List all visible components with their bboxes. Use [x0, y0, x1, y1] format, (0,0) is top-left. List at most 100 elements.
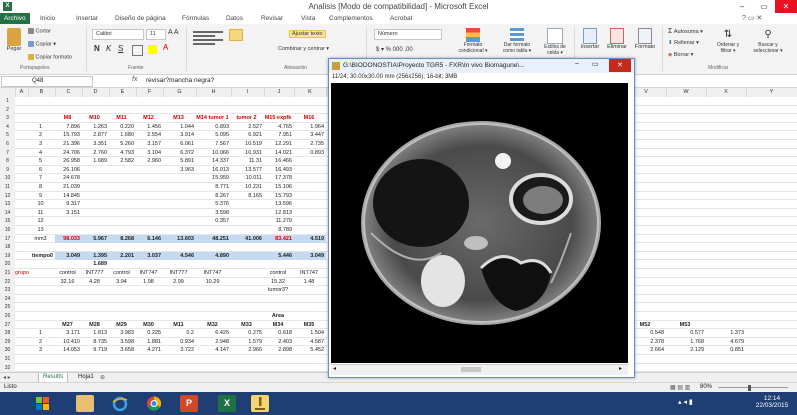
- bold-button[interactable]: N: [94, 44, 100, 53]
- table-cell[interactable]: 16.493: [264, 166, 294, 175]
- table-cell[interactable]: 0.893: [294, 149, 326, 158]
- windows-start-icon[interactable]: [34, 395, 52, 412]
- table-cell[interactable]: 7.567: [196, 140, 231, 149]
- table-cell[interactable]: 24.678: [55, 174, 82, 183]
- table-cell[interactable]: 1.768: [666, 338, 706, 347]
- tab-revisar[interactable]: Revisar: [257, 13, 287, 24]
- sort-filter-button[interactable]: ⇅ Ordenar y filtrar ▾: [712, 28, 744, 54]
- table-cell[interactable]: 2.760: [82, 149, 109, 158]
- table-cell[interactable]: 26.958: [55, 157, 82, 166]
- table-cell[interactable]: [294, 200, 326, 209]
- alignment-icons[interactable]: [193, 29, 231, 59]
- tab-formulas[interactable]: Fórmulas: [178, 13, 213, 24]
- index-cell[interactable]: 8: [28, 183, 55, 192]
- table-cell[interactable]: 14.337: [196, 157, 231, 166]
- table-cell[interactable]: 17.378: [264, 174, 294, 183]
- note-cell[interactable]: tumor3?: [264, 286, 294, 295]
- mm3-total-cell[interactable]: 41.006: [231, 234, 264, 244]
- table-cell[interactable]: 0.893: [196, 123, 231, 132]
- fx-icon[interactable]: fx: [132, 76, 137, 83]
- table-cell[interactable]: 3.104: [136, 149, 163, 158]
- table-cell[interactable]: 3.914: [163, 131, 196, 140]
- table-cell[interactable]: [109, 217, 136, 226]
- table-cell[interactable]: 3.598: [196, 209, 231, 218]
- table-cell[interactable]: 2.527: [231, 123, 264, 132]
- table-cell[interactable]: 3.598: [109, 338, 136, 347]
- area-header-cell[interactable]: M35: [294, 321, 326, 330]
- tiempo-cell[interactable]: 4.890: [196, 251, 231, 261]
- table-cell[interactable]: 4.587: [294, 338, 326, 347]
- table-header-cell[interactable]: M13: [163, 114, 196, 123]
- table-cell[interactable]: [109, 209, 136, 218]
- tab-inicio[interactable]: Inicio: [36, 13, 59, 24]
- table-cell[interactable]: 2.735: [294, 140, 326, 149]
- table-header-cell[interactable]: M16: [294, 114, 326, 123]
- table-cell[interactable]: 9.317: [55, 200, 82, 209]
- clear-button[interactable]: ◆ Borrar ▾: [668, 52, 693, 58]
- close-button[interactable]: ✕: [775, 0, 797, 13]
- ratio-cell[interactable]: 3.94: [109, 278, 136, 287]
- column-header[interactable]: G: [163, 88, 197, 97]
- table-cell[interactable]: 9.719: [82, 346, 109, 355]
- tab-acrobat[interactable]: Acrobat: [386, 13, 416, 24]
- table-cell[interactable]: 1.689: [82, 157, 109, 166]
- table-cell[interactable]: [82, 183, 109, 192]
- table-cell[interactable]: 0.357: [196, 217, 231, 226]
- table-cell[interactable]: 2.877: [82, 131, 109, 140]
- grupo-cell[interactable]: INT747: [196, 269, 231, 278]
- area-header-cell[interactable]: M53: [666, 321, 706, 330]
- area-header-cell[interactable]: M30: [136, 321, 163, 330]
- border-icon[interactable]: [132, 45, 143, 56]
- table-cell[interactable]: [231, 217, 264, 226]
- index-cell[interactable]: 9: [28, 192, 55, 201]
- column-header[interactable]: W: [666, 88, 707, 97]
- table-cell[interactable]: 2.960: [136, 157, 163, 166]
- tiempo-cell[interactable]: 3.037: [136, 251, 163, 261]
- column-header[interactable]: E: [109, 88, 137, 97]
- index-cell[interactable]: 12: [28, 217, 55, 226]
- underline-button[interactable]: S: [118, 44, 123, 53]
- column-header[interactable]: J: [264, 88, 295, 97]
- tiempo-cell[interactable]: 3.049: [55, 251, 82, 261]
- table-cell[interactable]: 10.231: [231, 183, 264, 192]
- viewer-title-bar[interactable]: G:\BIODONOSTIA\Proyecto TGR5 - FXR\In vi…: [329, 59, 634, 73]
- tiempo-cell[interactable]: [231, 251, 264, 261]
- table-cell[interactable]: 8.771: [196, 183, 231, 192]
- table-cell[interactable]: 1.373: [706, 329, 746, 338]
- fill-button[interactable]: ⬇ Rellenar ▾: [668, 40, 699, 46]
- mm3-total-cell[interactable]: 8.268: [109, 234, 136, 244]
- font-size-select[interactable]: 11: [146, 29, 166, 40]
- ratio-cell[interactable]: 32.16: [55, 278, 82, 287]
- table-cell[interactable]: 1.964: [294, 123, 326, 132]
- table-cell[interactable]: 3.151: [55, 209, 82, 218]
- table-cell[interactable]: 14.845: [55, 192, 82, 201]
- tiempo-cell[interactable]: 5.446: [264, 251, 294, 261]
- ratio-cell[interactable]: 2.99: [163, 278, 196, 287]
- format-cells-button[interactable]: Formato: [634, 28, 656, 50]
- table-cell[interactable]: [82, 226, 109, 235]
- table-cell[interactable]: 15.106: [264, 183, 294, 192]
- area-header-cell[interactable]: M27: [55, 321, 82, 330]
- table-cell[interactable]: 15.793: [55, 131, 82, 140]
- table-cell[interactable]: 7.951: [264, 131, 294, 140]
- column-header[interactable]: A: [15, 88, 29, 97]
- table-cell[interactable]: 4.271: [136, 346, 163, 355]
- table-cell[interactable]: [82, 166, 109, 175]
- table-header-cell[interactable]: M14 tumor 1: [196, 114, 231, 123]
- table-cell[interactable]: [136, 226, 163, 235]
- index-cell[interactable]: 2: [28, 338, 55, 347]
- index-cell[interactable]: 2: [28, 131, 55, 140]
- column-header[interactable]: H: [196, 88, 232, 97]
- column-header[interactable]: B: [28, 88, 56, 97]
- table-cell[interactable]: 10.410: [55, 338, 82, 347]
- table-cell[interactable]: 0.618: [264, 329, 294, 338]
- table-cell[interactable]: 4.679: [706, 338, 746, 347]
- table-cell[interactable]: 15.959: [196, 174, 231, 183]
- tiempo-cell[interactable]: 2.201: [109, 251, 136, 261]
- table-cell[interactable]: 0.220: [109, 123, 136, 132]
- table-cell[interactable]: 1.813: [82, 329, 109, 338]
- table-cell[interactable]: 2.898: [264, 346, 294, 355]
- clock[interactable]: 12:14 22/03/2015: [752, 395, 792, 409]
- index-cell[interactable]: 7: [28, 174, 55, 183]
- tab-complementos[interactable]: Complementos: [325, 13, 377, 24]
